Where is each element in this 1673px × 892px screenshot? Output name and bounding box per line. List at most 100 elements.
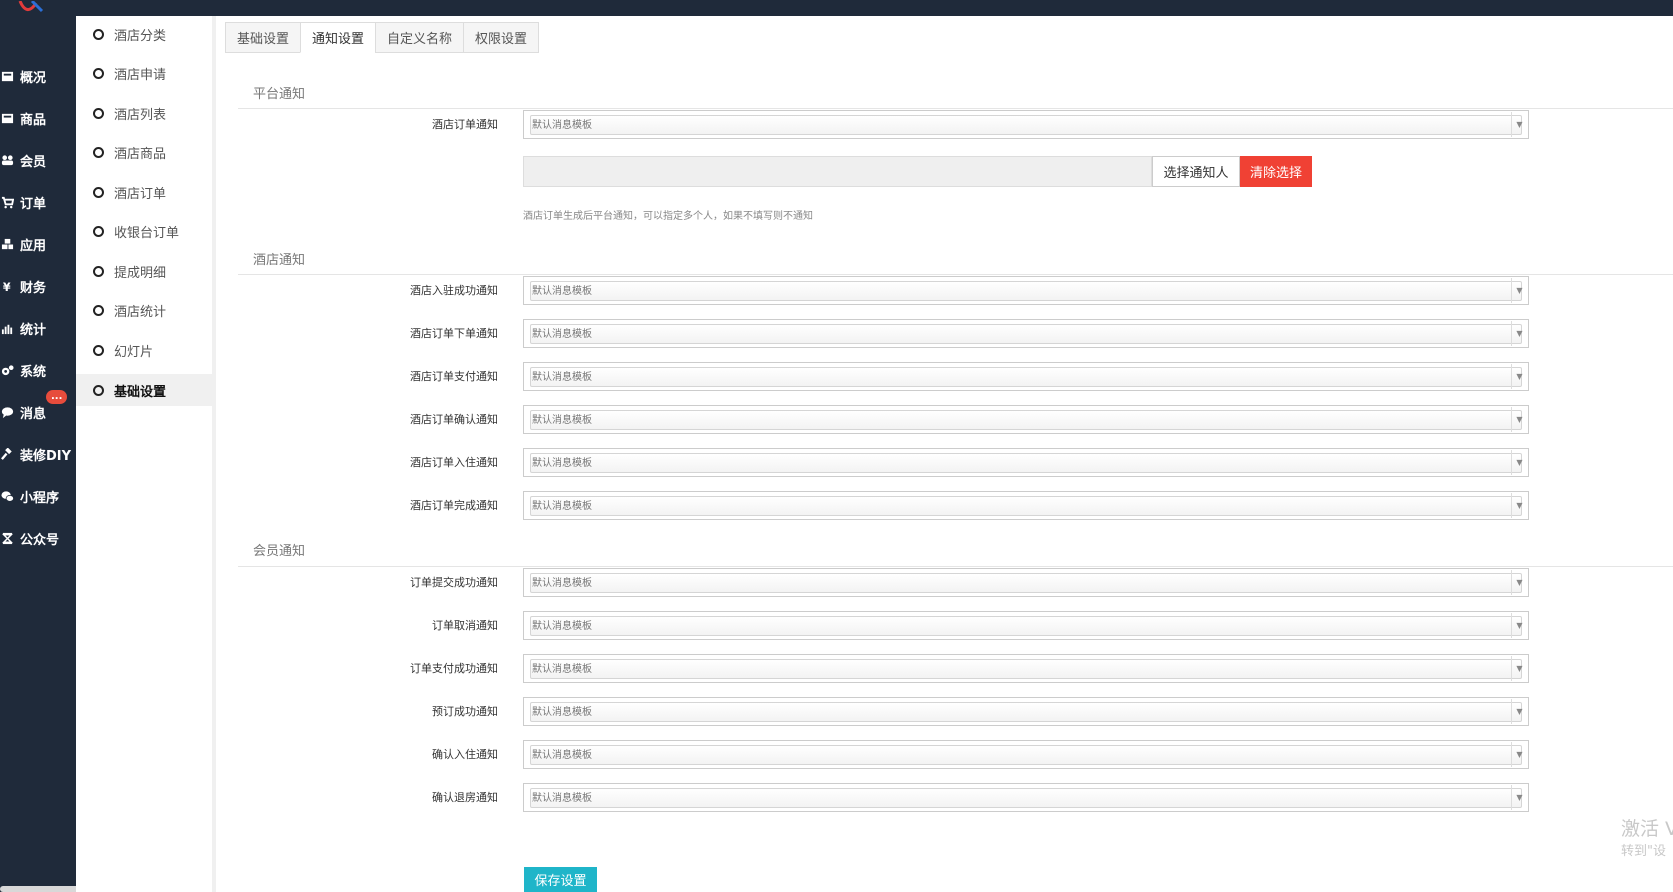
tab-permission-settings[interactable]: 权限设置: [463, 22, 540, 53]
section-title-hotel: 酒店通知: [253, 253, 306, 268]
circle-icon: [93, 265, 104, 277]
notification-template-select[interactable]: 默认消息模板 ▼: [523, 405, 1529, 434]
sidebar-item-messages[interactable]: 消息 ...: [0, 390, 76, 426]
choose-notifier-button[interactable]: 选择通知人: [1152, 156, 1240, 187]
chevron-down-icon: ▼: [1511, 112, 1527, 137]
notification-template-select[interactable]: 默认消息模板 ▼: [523, 276, 1529, 305]
circle-icon: [93, 304, 104, 316]
chevron-down-icon: ▼: [1511, 407, 1527, 432]
sidebar-item-label: 应用: [20, 238, 47, 254]
subnav-item-hotel-stats[interactable]: 酒店统计: [76, 294, 212, 326]
subnav-item-basic-settings[interactable]: 基础设置: [76, 374, 212, 406]
notification-template-select[interactable]: 默认消息模板 ▼: [523, 783, 1529, 812]
subnav-item-hotel-list[interactable]: 酒店列表: [76, 97, 212, 129]
help-text: 酒店订单生成后平台通知，可以指定多个人，如果不填写则不通知: [523, 211, 813, 222]
field-label: 酒店订单入住通知: [410, 456, 498, 469]
sidebar-item-diy[interactable]: 装修DIY: [0, 440, 76, 468]
box-icon: [0, 111, 14, 125]
subnav-item-hotel-goods[interactable]: 酒店商品: [76, 136, 212, 168]
select-value: 默认消息模板: [532, 501, 592, 512]
chevron-down-icon: ▼: [1511, 699, 1527, 724]
select-value: 默认消息模板: [532, 286, 592, 297]
save-settings-button[interactable]: 保存设置: [524, 867, 597, 892]
subnav-item-hotel-apply[interactable]: 酒店申请: [76, 57, 212, 89]
top-bar: [0, 0, 1673, 16]
field-label: 酒店订单完成通知: [410, 499, 498, 512]
clear-selection-button[interactable]: 清除选择: [1240, 156, 1312, 187]
select-value: 默认消息模板: [532, 372, 592, 383]
tab-notification-settings[interactable]: 通知设置: [300, 22, 376, 53]
sidebar-item-members[interactable]: 会员: [0, 146, 76, 174]
sidebar-item-label: 概况: [20, 70, 47, 86]
subnav-item-slides[interactable]: 幻灯片: [76, 334, 212, 366]
subnav-label: 酒店商品: [114, 146, 167, 162]
chevron-down-icon: ▼: [1511, 613, 1527, 638]
notification-template-select[interactable]: 默认消息模板 ▼: [523, 362, 1529, 391]
chevron-down-icon: ▼: [1511, 570, 1527, 595]
sidebar-item-miniprogram[interactable]: 小程序: [0, 482, 76, 510]
wechat-icon: [0, 489, 14, 503]
sidebar-item-finance[interactable]: ¥ 财务: [0, 272, 76, 300]
select-box: [530, 745, 1522, 765]
select-box: [530, 367, 1522, 387]
subnav-label: 提成明细: [114, 265, 167, 281]
sidebar-item-orders[interactable]: 订单: [0, 188, 76, 216]
notification-template-select[interactable]: 默认消息模板 ▼: [523, 654, 1529, 683]
sidebar-item-label: 公众号: [20, 532, 60, 548]
subnav-item-cashier-orders[interactable]: 收银台订单: [76, 215, 212, 247]
select-box: [530, 788, 1522, 808]
cart-icon: [0, 195, 14, 209]
circle-icon: [93, 28, 104, 40]
notifier-input[interactable]: [523, 156, 1152, 187]
tab-custom-names[interactable]: 自定义名称: [375, 22, 464, 53]
sidebar-item-apps[interactable]: 应用: [0, 230, 76, 258]
sidebar-item-stats[interactable]: 统计: [0, 314, 76, 342]
sidebar-item-official-account[interactable]: 公众号: [0, 524, 76, 552]
notification-template-select[interactable]: 默认消息模板 ▼: [523, 697, 1529, 726]
sidebar-item-label: 财务: [20, 280, 47, 296]
notification-template-select[interactable]: 默认消息模板 ▼: [523, 568, 1529, 597]
subnav-label: 酒店分类: [114, 28, 167, 44]
platform-order-template-select[interactable]: 默认消息模板 ▼: [523, 110, 1529, 139]
chevron-down-icon: ▼: [1511, 364, 1527, 389]
sidebar-item-label: 商品: [20, 112, 47, 128]
notification-template-select[interactable]: 默认消息模板 ▼: [523, 491, 1529, 520]
subnav-label: 收银台订单: [114, 225, 180, 241]
circle-icon: [93, 107, 104, 119]
subnav-item-hotel-category[interactable]: 酒店分类: [76, 18, 212, 50]
sidebar-item-overview[interactable]: 概况: [0, 62, 76, 90]
gavel-icon: [0, 447, 14, 461]
tab-basic-settings[interactable]: 基础设置: [225, 22, 301, 53]
field-label: 酒店订单确认通知: [410, 413, 498, 426]
activation-watermark: 激活 V: [1621, 818, 1673, 840]
select-value: 默认消息模板: [532, 120, 592, 131]
subnav-item-commission[interactable]: 提成明细: [76, 255, 212, 287]
logo[interactable]: [12, 0, 52, 14]
field-label: 预订成功通知: [432, 705, 498, 718]
section-divider: [238, 566, 1673, 567]
sub-navigation: 酒店分类 酒店申请 酒店列表 酒店商品 酒店订单 收银台订单 提成明细 酒店统计…: [76, 16, 216, 892]
select-box: [530, 453, 1522, 473]
notification-template-select[interactable]: 默认消息模板 ▼: [523, 448, 1529, 477]
select-box: [530, 410, 1522, 430]
select-value: 默认消息模板: [532, 578, 592, 589]
sidebar-item-system[interactable]: 系统: [0, 356, 76, 384]
subnav-item-hotel-orders[interactable]: 酒店订单: [76, 176, 212, 208]
sidebar-item-label: 统计: [20, 322, 47, 338]
message-badge: ...: [46, 390, 68, 404]
sidebar-item-goods[interactable]: 商品: [0, 104, 76, 132]
sidebar-item-label: 系统: [20, 364, 47, 380]
chevron-down-icon: ▼: [1511, 656, 1527, 681]
circle-icon: [93, 186, 104, 198]
activation-watermark-sub: 转到"设: [1621, 844, 1666, 859]
field-label: 订单取消通知: [432, 619, 498, 632]
notification-template-select[interactable]: 默认消息模板 ▼: [523, 740, 1529, 769]
select-box: [530, 281, 1522, 301]
notification-template-select[interactable]: 默认消息模板 ▼: [523, 319, 1529, 348]
notification-template-select[interactable]: 默认消息模板 ▼: [523, 611, 1529, 640]
select-value: 默认消息模板: [532, 329, 592, 340]
settings-tabs: 基础设置 通知设置 自定义名称 权限设置: [225, 22, 540, 53]
field-label: 订单提交成功通知: [410, 576, 498, 589]
sidebar-item-label: 消息: [20, 406, 47, 422]
chevron-down-icon: ▼: [1511, 321, 1527, 346]
